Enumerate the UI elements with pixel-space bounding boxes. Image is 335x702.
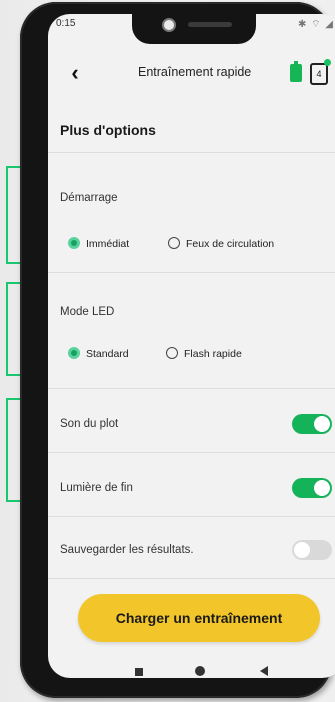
radio-feux-de-circulation[interactable] — [168, 237, 180, 249]
status-icons: ✱ ⌔ ◢ — [297, 19, 334, 30]
app-header: ‹ Entraînement rapide 4 — [48, 46, 335, 102]
divider — [48, 272, 335, 273]
divider — [48, 152, 335, 153]
son-du-plot-toggle[interactable] — [292, 414, 332, 434]
sauvegarder-toggle[interactable] — [292, 540, 332, 560]
speaker-grille — [188, 22, 232, 27]
divider — [48, 452, 335, 453]
front-camera-icon — [162, 18, 176, 32]
radio-flash-rapide[interactable] — [166, 347, 178, 359]
page-title: Entraînement rapide — [138, 65, 252, 79]
option-standard-label[interactable]: Standard — [86, 348, 129, 360]
toggle-knob — [314, 416, 330, 432]
option-immediat-label[interactable]: Immédiat — [86, 238, 129, 250]
radio-standard[interactable] — [68, 347, 80, 359]
charger-entrainement-button[interactable]: Charger un entraînement — [78, 594, 320, 642]
lumiere-de-fin-label: Lumière de fin — [60, 482, 133, 494]
demarrage-label: Démarrage — [60, 192, 118, 204]
divider — [48, 578, 335, 579]
toggle-knob — [314, 480, 330, 496]
mode-led-label: Mode LED — [60, 306, 115, 318]
option-flash-label[interactable]: Flash rapide — [184, 348, 242, 360]
lumiere-de-fin-toggle[interactable] — [292, 478, 332, 498]
app-screen: 0:15 ✱ ⌔ ◢ ‹ Entraînement rapide 4 Plus … — [48, 14, 335, 678]
option-feux-label[interactable]: Feux de circulation — [186, 238, 274, 250]
home-circle-icon[interactable] — [195, 666, 205, 676]
divider — [48, 516, 335, 517]
back-triangle-icon[interactable] — [260, 666, 268, 676]
android-nav-bar — [48, 654, 335, 678]
toggle-knob — [294, 542, 310, 558]
connection-dot-icon — [324, 59, 331, 66]
back-chevron-icon[interactable]: ‹ — [60, 58, 90, 88]
divider — [48, 388, 335, 389]
status-time: 0:15 — [56, 18, 76, 29]
section-title: Plus d'options — [60, 122, 156, 138]
son-du-plot-label: Son du plot — [60, 418, 119, 430]
recents-square-icon[interactable] — [135, 668, 143, 676]
phone-frame: 0:15 ✱ ⌔ ◢ ‹ Entraînement rapide 4 Plus … — [20, 2, 335, 698]
radio-immediat[interactable] — [68, 237, 80, 249]
sauvegarder-label: Sauvegarder les résultats. — [60, 544, 194, 556]
battery-icon[interactable] — [290, 61, 302, 82]
plot-count-badge[interactable]: 4 — [310, 63, 328, 85]
camera-notch — [132, 14, 256, 44]
